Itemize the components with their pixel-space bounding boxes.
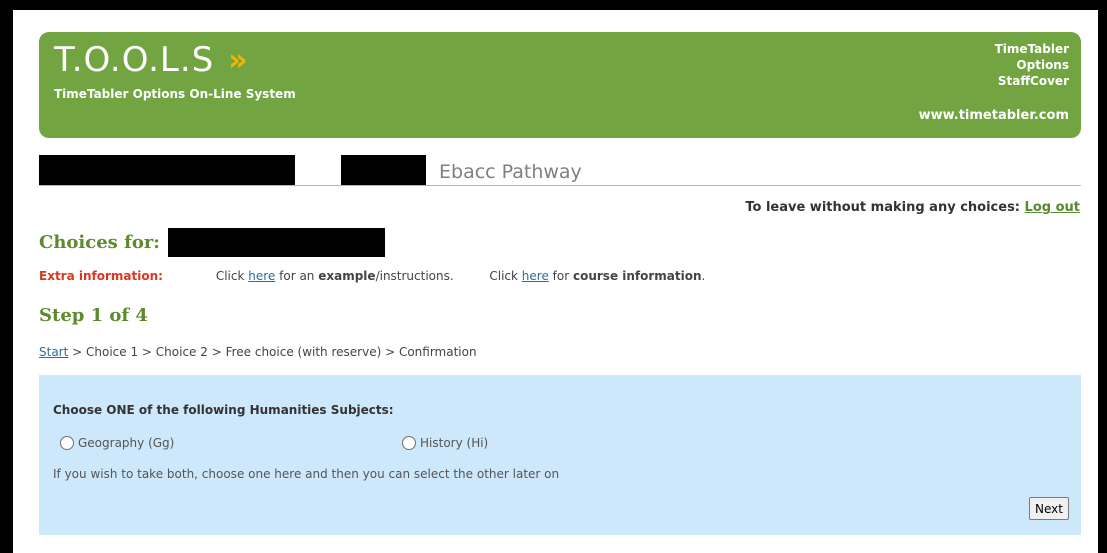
breadcrumb: Start > Choice 1 > Choice 2 > Free choic… [39, 345, 477, 359]
product-link-staffcover[interactable]: StaffCover [995, 73, 1069, 89]
extra-text: for an [279, 269, 315, 283]
extra-information-label: Extra information: [39, 269, 163, 283]
header-banner: T.O.O.L.S » TimeTabler Options On-Line S… [39, 32, 1081, 138]
pathway-header: Ebacc Pathway [39, 155, 1081, 186]
double-chevron-icon: » [228, 42, 248, 78]
geography-label[interactable]: Geography (Gg) [78, 436, 174, 450]
pathway-title: Ebacc Pathway [439, 161, 582, 183]
product-link-timetabler[interactable]: TimeTabler [995, 41, 1069, 57]
choice-note: If you wish to take both, choose one her… [53, 467, 560, 481]
redacted-student-id [168, 228, 385, 257]
next-button[interactable]: Next [1029, 497, 1069, 520]
brand-name: T.O.O.L.S [54, 40, 215, 80]
history-radio[interactable] [402, 436, 416, 450]
extra-text: /instructions. [375, 269, 454, 283]
option-history[interactable]: History (Hi) [402, 436, 488, 450]
choice-question: Choose ONE of the following Humanities S… [53, 403, 394, 417]
leave-text: To leave without making any choices: [745, 200, 1021, 215]
brand-logo: T.O.O.L.S » [54, 40, 248, 80]
breadcrumb-steps: > Choice 1 > Choice 2 > Free choice (wit… [72, 345, 477, 359]
website-link[interactable]: www.timetabler.com [919, 108, 1069, 123]
example-here-link[interactable]: here [248, 269, 275, 283]
choices-for-label: Choices for: [39, 232, 160, 253]
extra-text: Click [215, 269, 245, 283]
leave-prompt: To leave without making any choices: Log… [745, 200, 1080, 215]
choice-panel: Choose ONE of the following Humanities S… [39, 375, 1081, 535]
option-geography[interactable]: Geography (Gg) [60, 436, 174, 450]
frame-right-border [1098, 0, 1107, 553]
extra-text: for [552, 269, 570, 283]
course-info-here-link[interactable]: here [522, 269, 549, 283]
product-links: TimeTabler Options StaffCover [995, 41, 1069, 89]
history-label[interactable]: History (Hi) [420, 436, 488, 450]
choices-for-heading: Choices for: [39, 232, 160, 253]
frame-left-border [0, 0, 13, 553]
extra-bold-text: course information [572, 269, 702, 283]
redacted-student-name [39, 155, 295, 185]
product-link-options[interactable]: Options [995, 57, 1069, 73]
geography-radio[interactable] [60, 436, 74, 450]
extra-information-row: Extra information: Click here for an exa… [39, 269, 705, 283]
step-title: Step 1 of 4 [39, 305, 148, 326]
extra-text: . [701, 269, 706, 283]
breadcrumb-start-link[interactable]: Start [39, 345, 68, 359]
extra-bold-text: example [318, 269, 376, 283]
redacted-course-code [341, 155, 426, 185]
extra-text: Click [489, 269, 518, 283]
frame-top-border [0, 0, 1107, 10]
brand-tagline: TimeTabler Options On-Line System [54, 87, 296, 101]
logout-link[interactable]: Log out [1025, 200, 1080, 215]
